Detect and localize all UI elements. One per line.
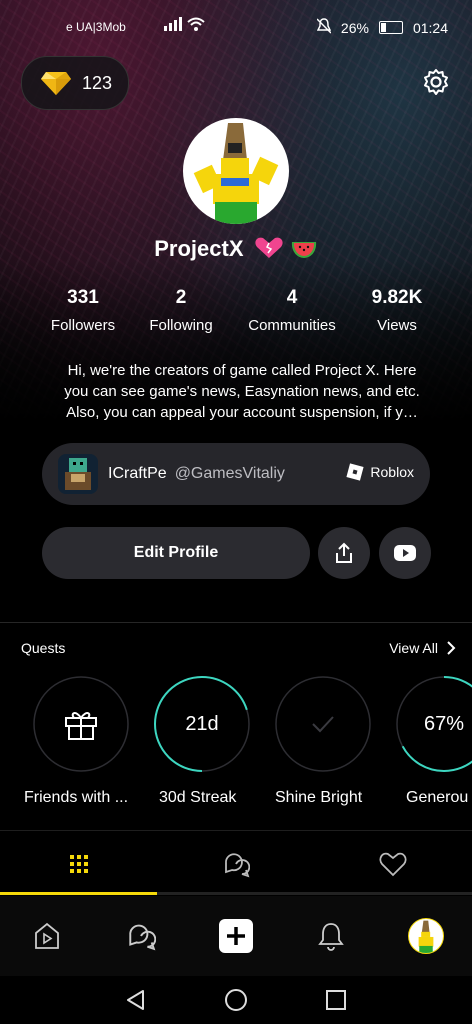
gem-balance-button[interactable]: 123 — [21, 56, 129, 110]
stat-value: 2 — [175, 287, 187, 308]
stat-following[interactable]: 2 Following — [140, 287, 222, 334]
profile-bio[interactable]: Hi, we're the creators of game called Pr… — [42, 360, 442, 423]
home-icon[interactable] — [222, 986, 250, 1014]
linked-account-avatar — [58, 454, 98, 494]
stat-views[interactable]: 9.82K Views — [360, 287, 434, 334]
active-tab-indicator — [0, 892, 157, 895]
profile-avatar-small — [408, 918, 444, 954]
linked-account-name: ICraftPe — [108, 465, 167, 482]
nav-home[interactable] — [27, 916, 67, 956]
profile-username: ProjectX — [0, 236, 472, 262]
roblox-icon — [346, 463, 364, 481]
quest-ring-generous[interactable]: 67% — [396, 676, 472, 772]
section-divider — [0, 622, 472, 623]
stat-label: Followers — [50, 317, 116, 334]
tabs-divider — [0, 830, 472, 831]
system-navigation-bar — [0, 976, 472, 1024]
carrier-label: e UA|3Mob — [66, 20, 126, 34]
nav-chats[interactable] — [121, 916, 161, 956]
gift-icon — [33, 676, 129, 772]
check-icon — [275, 676, 371, 772]
stat-label: Views — [377, 317, 417, 334]
stat-label: Communities — [248, 317, 336, 334]
tab-likes[interactable] — [314, 835, 471, 893]
roblox-platform-label: Roblox — [346, 463, 414, 481]
username-text: ProjectX — [154, 236, 244, 261]
stat-label: Following — [149, 317, 213, 334]
youtube-button[interactable] — [379, 527, 431, 579]
edit-profile-button[interactable]: Edit Profile — [42, 527, 310, 579]
bio-line: Hi, we're the creators of game called Pr… — [67, 362, 417, 379]
pink-heart-icon — [255, 237, 283, 258]
streak-days: 21d — [185, 712, 219, 735]
quest-ring-streak[interactable]: 21d — [154, 676, 250, 772]
heart-icon — [379, 852, 406, 877]
bio-line: Also, you can appeal your account suspen… — [66, 404, 418, 421]
clock: 01:24 — [412, 19, 448, 36]
stat-followers[interactable]: 331 Followers — [40, 287, 126, 334]
quests-title: Quests — [21, 640, 66, 656]
quest-ring-friends[interactable] — [33, 676, 129, 772]
nav-notifications[interactable] — [311, 916, 351, 956]
nav-profile[interactable] — [406, 916, 446, 956]
share-button[interactable] — [318, 527, 370, 579]
chat-icon — [224, 853, 250, 878]
view-all-label: View All — [389, 640, 438, 656]
profile-avatar[interactable] — [183, 118, 289, 224]
mute-icon — [316, 18, 332, 37]
tab-chats[interactable] — [157, 835, 314, 893]
chevron-right-icon — [447, 641, 456, 655]
tab-posts-grid[interactable] — [0, 835, 157, 893]
back-icon[interactable] — [122, 986, 150, 1014]
stat-value: 9.82K — [371, 287, 423, 308]
bottom-navigation — [0, 896, 472, 976]
grid-icon — [69, 855, 88, 873]
play-icon — [35, 922, 59, 949]
linked-account-card[interactable]: ICraftPe @GamesVitaliy Roblox — [42, 443, 430, 505]
recents-icon[interactable] — [322, 986, 350, 1014]
settings-gear-icon[interactable] — [422, 68, 450, 96]
profile-tabs — [0, 835, 472, 893]
linked-account-handle: @GamesVitaliy — [174, 465, 285, 482]
youtube-icon — [394, 545, 416, 561]
plus-icon — [219, 919, 253, 953]
quest-label: 30d Streak — [159, 789, 237, 806]
generous-percent: 67% — [423, 712, 465, 735]
bio-line: you can see game's news, Easynation news… — [64, 383, 420, 400]
tab-track — [157, 892, 472, 895]
quest-label: Shine Bright — [275, 789, 363, 806]
view-all-quests-link[interactable]: View All — [389, 640, 456, 656]
diamond-icon — [41, 72, 71, 95]
signal-icon — [164, 16, 206, 35]
quest-ring-shine[interactable] — [275, 676, 371, 772]
chat-icon — [129, 924, 156, 951]
battery-percent: 26% — [340, 19, 369, 36]
platform-name: Roblox — [370, 464, 414, 480]
bell-icon — [318, 923, 344, 951]
battery-icon — [378, 21, 403, 34]
watermelon-icon — [291, 242, 316, 259]
stat-value: 4 — [286, 287, 298, 308]
gem-count: 123 — [82, 72, 113, 93]
share-icon — [336, 542, 352, 563]
stat-value: 331 — [67, 287, 99, 308]
quest-label: Generou — [406, 789, 469, 806]
status-bar: e UA|3Mob 26% 01:24 — [0, 0, 472, 56]
quest-label: Friends with ... — [24, 789, 129, 806]
stat-communities[interactable]: 4 Communities — [240, 287, 344, 334]
nav-create[interactable] — [216, 916, 256, 956]
